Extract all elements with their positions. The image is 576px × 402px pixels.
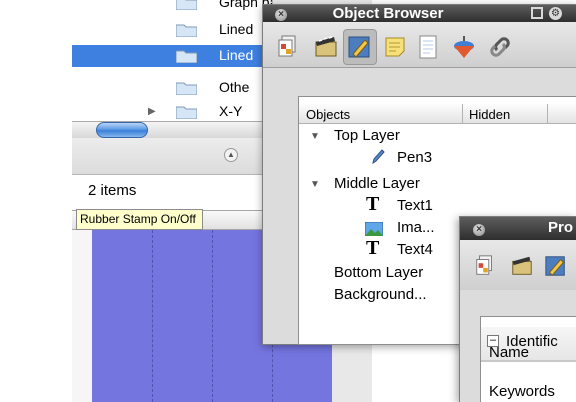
- text-object-icon: T: [366, 237, 380, 259]
- pen-tool-icon[interactable]: [347, 34, 373, 60]
- folder-icon: [176, 106, 197, 119]
- gear-icon[interactable]: ⚙: [549, 7, 562, 20]
- tree-node-background[interactable]: Background...: [334, 286, 427, 303]
- column-header-hidden[interactable]: Hidden: [469, 107, 510, 122]
- property-name-label: Name: [489, 344, 530, 361]
- window-title: Object Browser: [332, 5, 444, 22]
- layers-icon[interactable]: [276, 34, 302, 60]
- property-keywords-label: Keywords: [489, 383, 555, 400]
- tree-node-image[interactable]: Ima...: [397, 219, 435, 236]
- list-item-label: Lined: [219, 47, 254, 63]
- list-item-label: Othe: [219, 79, 250, 95]
- tree-node-middle-layer[interactable]: Middle Layer: [334, 175, 420, 192]
- view-mode-icon[interactable]: [531, 7, 543, 19]
- link-icon[interactable]: [487, 34, 513, 60]
- list-item-label: X-Y: [219, 103, 243, 119]
- list-item[interactable]: Othe: [72, 77, 272, 99]
- folder-icon: [176, 50, 197, 63]
- list-item[interactable]: ▶ X-Y: [72, 101, 272, 123]
- tree-node-top-layer[interactable]: Top Layer: [334, 127, 400, 144]
- tree-node-text1[interactable]: Text1: [397, 197, 433, 214]
- pen-icon: [372, 149, 385, 164]
- column-divider: [547, 104, 548, 124]
- scrollbar-thumb[interactable]: [96, 122, 148, 138]
- column-header-objects[interactable]: Objects: [306, 107, 350, 122]
- sticky-note-icon[interactable]: [382, 34, 408, 60]
- close-icon[interactable]: ×: [473, 224, 485, 236]
- disclosure-triangle-icon[interactable]: ▶: [148, 106, 156, 117]
- item-count: 2 items: [88, 182, 137, 199]
- split-view-divider[interactable]: [72, 138, 272, 174]
- layers-icon[interactable]: [474, 254, 498, 278]
- grid-line: [152, 230, 153, 402]
- folder-icon: [176, 82, 197, 95]
- image-object-icon: [365, 222, 383, 236]
- tree-node-pen[interactable]: Pen3: [397, 149, 432, 166]
- window-title: Pro: [548, 219, 574, 236]
- folder-list: Graph paper Lined Lined Othe ▶ X-Y: [72, 0, 272, 138]
- folder-icon: [176, 24, 197, 37]
- tooltip: Rubber Stamp On/Off: [76, 209, 203, 230]
- disclosure-triangle-icon[interactable]: ▼: [310, 131, 320, 142]
- list-item[interactable]: Lined: [72, 19, 272, 41]
- row-divider: [481, 361, 576, 362]
- close-icon[interactable]: ×: [275, 9, 287, 21]
- list-item-selected[interactable]: Lined: [72, 45, 272, 67]
- text-object-icon: T: [366, 193, 380, 215]
- grid-line: [212, 230, 213, 402]
- canvas-margin: [72, 230, 92, 402]
- document-icon[interactable]: [415, 34, 441, 60]
- tree-node-bottom-layer[interactable]: Bottom Layer: [334, 264, 423, 281]
- film-clapper-icon[interactable]: [313, 34, 339, 60]
- tree-node-text4[interactable]: Text4: [397, 241, 433, 258]
- list-item-label: Lined: [219, 21, 254, 37]
- collapse-arrow-icon[interactable]: ▲: [224, 148, 238, 162]
- spinning-top-icon[interactable]: [451, 34, 477, 60]
- list-item[interactable]: Graph paper: [72, 0, 272, 14]
- folder-icon: [176, 0, 197, 10]
- column-divider: [462, 104, 463, 124]
- film-clapper-icon[interactable]: [510, 254, 534, 278]
- pen-tool-icon[interactable]: [544, 254, 568, 278]
- disclosure-triangle-icon[interactable]: ▼: [310, 179, 320, 190]
